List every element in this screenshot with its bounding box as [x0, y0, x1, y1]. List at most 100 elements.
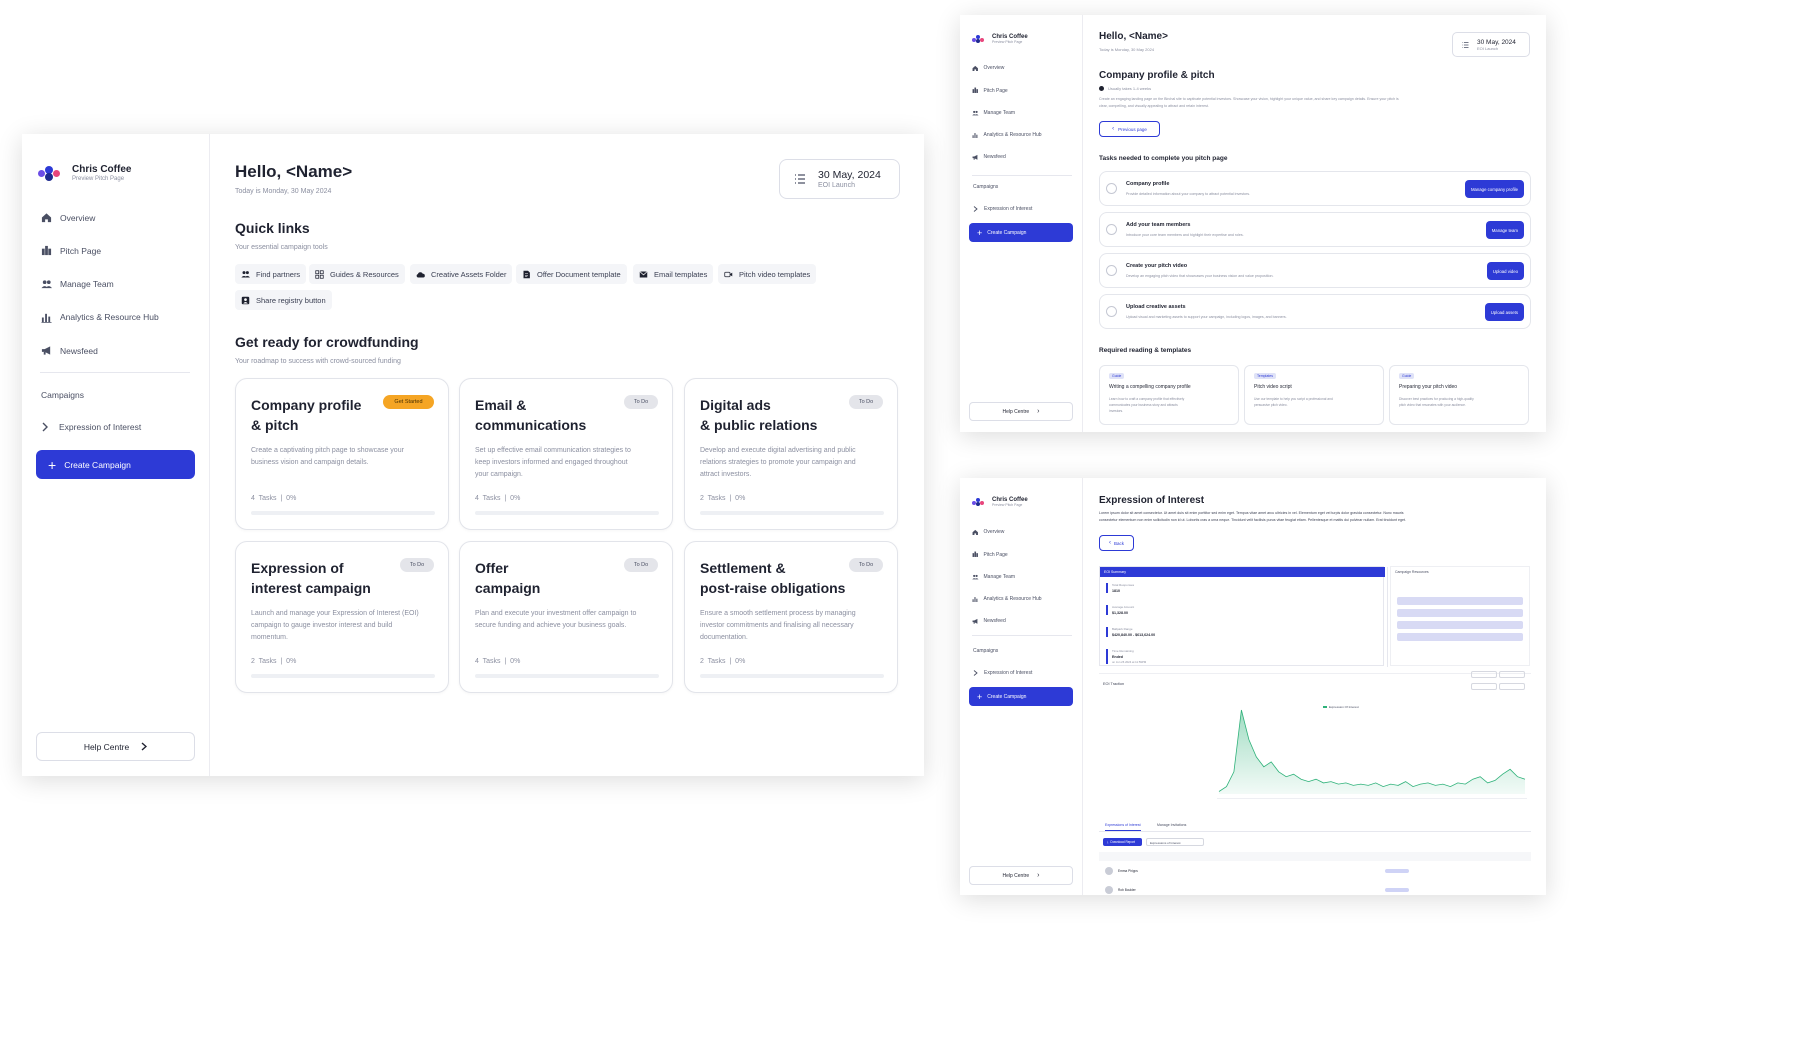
card-description-line: relations strategies to promote your cam… — [700, 459, 856, 466]
sidebar-item-expression-of-interest[interactable]: Expression of Interest — [973, 206, 1032, 212]
chart-filter-toggle[interactable] — [1471, 671, 1497, 678]
cloud-icon — [416, 271, 425, 277]
sidebar-item-expression-of-interest[interactable]: Expression of Interest — [41, 422, 141, 432]
today-date: Today is Monday, 30 May 2024 — [1099, 47, 1155, 52]
brand-subtitle[interactable]: Preview Pitch Page — [992, 40, 1028, 44]
task-checkbox[interactable] — [1106, 306, 1117, 317]
grid-icon — [315, 269, 324, 279]
card-meta: 2 Tasks | 0% — [700, 658, 746, 665]
stat-note: on Jun 26 2024 at 11:59PM — [1112, 660, 1147, 664]
roadmap-card[interactable]: Settlement & post-raise obligations To Do E… — [684, 541, 898, 693]
brand-subtitle[interactable]: Preview Pitch Page — [72, 176, 131, 182]
sidebar-item-label: Newsfeed — [983, 618, 1006, 625]
sidebar-item-overview[interactable]: Overview — [972, 529, 1004, 536]
reading-card[interactable]: Guide Writing a compelling company profil… — [1099, 365, 1239, 425]
card-description-line: business vision and campaign details. — [251, 459, 369, 466]
task-action-button[interactable]: Upload assets — [1484, 303, 1524, 321]
reading-card[interactable]: Guide Preparing your pitch video Discover … — [1389, 365, 1529, 425]
roadmap-card[interactable]: Email & communications To Do Set up effecti… — [459, 378, 673, 530]
sidebar-item-analytics-resource-hub[interactable]: Analytics & Resource Hub — [41, 312, 159, 323]
status-badge: To Do — [624, 558, 658, 572]
create-campaign-button[interactable]: + Create Campaign — [969, 687, 1073, 706]
sidebar-item-pitch-page[interactable]: Pitch Page — [41, 245, 101, 256]
brand: Chris Coffee Preview Pitch Page — [38, 164, 131, 182]
reading-tag: Guide — [1399, 373, 1415, 379]
task-checkbox[interactable] — [1106, 265, 1117, 276]
chart-x-axis — [1217, 798, 1527, 799]
chart-date-to[interactable] — [1499, 683, 1525, 690]
help-centre-button[interactable]: Help Centre — [36, 732, 195, 761]
resource-item[interactable] — [1397, 633, 1523, 641]
megaphone-icon — [972, 155, 978, 160]
sidebar-item-expression-of-interest[interactable]: Expression of Interest — [973, 670, 1032, 676]
roadmap-card[interactable]: Offer campaign To Do Plan and execute your … — [459, 541, 673, 693]
help-centre-button[interactable]: Help Centre › — [969, 866, 1073, 885]
brand: Chris Coffee Preview Pitch Page — [972, 34, 1028, 44]
sidebar-item-label: Overview — [60, 212, 96, 223]
reading-tag: Guide — [1109, 373, 1125, 379]
tab-expressions-of-interest[interactable]: Expressions of Interest — [1105, 823, 1141, 831]
sidebar-item-newsfeed[interactable]: Newsfeed — [972, 618, 1006, 625]
sidebar-item-overview[interactable]: Overview — [41, 212, 95, 223]
roadmap-card[interactable]: Company profile & pitch Get Started Create … — [235, 378, 449, 530]
chevron-left-icon: ‹ — [1112, 126, 1115, 132]
sidebar-item-analytics-resource-hub[interactable]: Analytics & Resource Hub — [972, 132, 1042, 139]
megaphone-icon — [972, 619, 978, 624]
help-centre-button[interactable]: Help Centre › — [969, 402, 1073, 421]
previous-page-button[interactable]: ‹ Previous page — [1099, 121, 1160, 137]
create-campaign-button[interactable]: + Create Campaign — [969, 223, 1073, 242]
chart-title: EOI Traction — [1103, 682, 1125, 686]
eoi-filter-select[interactable]: Expressions of Interest — [1146, 838, 1204, 846]
quick-link-offer-document-template[interactable]: Offer Document template — [516, 264, 627, 284]
task-checkbox[interactable] — [1106, 183, 1117, 194]
roadmap-card[interactable]: Digital ads & public relations To Do Develo… — [684, 378, 898, 530]
sidebar-item-manage-team[interactable]: Manage Team — [972, 574, 1015, 581]
chevron-right-icon: › — [1037, 408, 1040, 415]
page-greeting: Hello, <Name> — [1099, 31, 1168, 42]
card-description-line: momentum. — [251, 634, 288, 641]
task-checkbox[interactable] — [1106, 224, 1117, 235]
brand-subtitle[interactable]: Preview Pitch Page — [992, 503, 1028, 507]
tab-manage-invitations[interactable]: Manage Invitations — [1157, 823, 1186, 827]
reading-card[interactable]: Templates Pitch video script Use our templ… — [1244, 365, 1384, 425]
card-description-line: Ensure a smooth settlement process by ma… — [700, 610, 856, 617]
quick-link-find-partners[interactable]: Find partners — [235, 264, 307, 284]
task-action-button[interactable]: Upload video — [1486, 262, 1524, 280]
sidebar-item-analytics-resource-hub[interactable]: Analytics & Resource Hub — [972, 596, 1042, 603]
sidebar-item-newsfeed[interactable]: Newsfeed — [972, 154, 1006, 161]
sidebar-item-overview[interactable]: Overview — [972, 65, 1004, 72]
quick-link-pitch-video-templates[interactable]: Pitch video templates — [718, 264, 817, 284]
resource-item[interactable] — [1397, 597, 1523, 605]
resource-item[interactable] — [1397, 621, 1523, 629]
sidebar-item-pitch-page[interactable]: Pitch Page — [972, 551, 1008, 558]
task-action-button[interactable]: Manage company profile — [1464, 180, 1524, 198]
brand-logo-icon — [38, 165, 60, 181]
roadmap-card[interactable]: Expression of interest campaign To Do Launc… — [235, 541, 449, 693]
campaigns-heading: Campaigns — [41, 390, 84, 400]
quick-link-share-registry-button[interactable]: Share registry button — [235, 290, 332, 310]
progress-bar — [251, 511, 435, 515]
progress-bar — [251, 674, 435, 678]
quick-link-guides-resources[interactable]: Guides & Resources — [309, 264, 405, 284]
download-report-button[interactable]: ⤓ Download Report — [1103, 838, 1142, 846]
sidebar-item-manage-team[interactable]: Manage Team — [972, 110, 1015, 117]
card-description-line: Create a captivating pitch page to showc… — [251, 447, 404, 454]
sidebar-item-manage-team[interactable]: Manage Team — [41, 279, 114, 290]
sidebar-item-newsfeed[interactable]: Newsfeed — [41, 345, 98, 356]
progress-bar — [475, 511, 659, 515]
quick-link-creative-assets-folder[interactable]: Creative Assets Folder — [410, 264, 513, 284]
table-row[interactable]: Emma Phipps — [1099, 864, 1531, 878]
home-icon — [972, 65, 978, 71]
table-row[interactable]: Rob Boulder — [1099, 883, 1531, 895]
card-description-line: keep investors informed and engaged thro… — [475, 459, 628, 466]
create-campaign-button[interactable]: + Create Campaign — [36, 450, 195, 479]
resource-item[interactable] — [1397, 609, 1523, 617]
sidebar-item-pitch-page[interactable]: Pitch Page — [972, 87, 1008, 94]
back-button[interactable]: ‹ Back — [1099, 535, 1134, 551]
chart-filter-toggle[interactable] — [1499, 671, 1525, 678]
quick-link-email-templates[interactable]: Email templates — [633, 264, 714, 284]
chart-date-from[interactable] — [1471, 683, 1497, 690]
task-action-button[interactable]: Manage team — [1485, 221, 1524, 239]
download-icon: ⤓ — [1107, 840, 1109, 844]
plus-icon: + — [48, 456, 57, 473]
